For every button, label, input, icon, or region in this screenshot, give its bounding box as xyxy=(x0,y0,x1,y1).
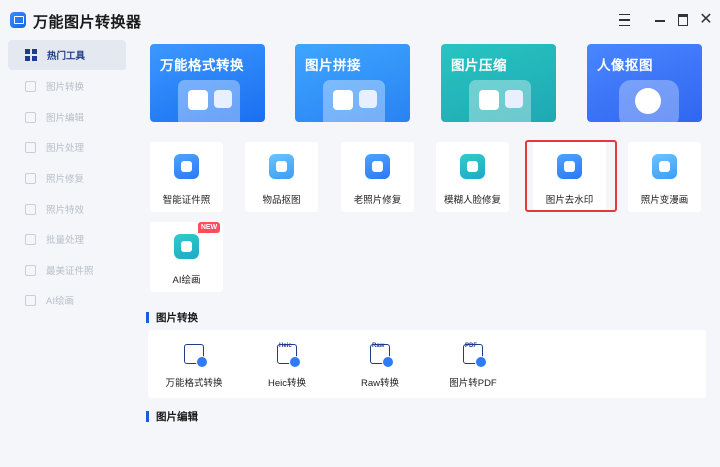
ai-paint-icon xyxy=(174,234,199,259)
repair-icon xyxy=(25,172,36,184)
old-photo-repair-icon xyxy=(365,154,390,179)
sidebar-item-photo-repair[interactable]: 照片修复 xyxy=(8,163,126,193)
face-restore-icon xyxy=(460,154,485,179)
convert-panel: 万能格式转换 Heic Heic转换 Raw Raw转换 PDF 图片转PDF xyxy=(148,330,706,398)
pdf-icon: PDF xyxy=(463,343,487,368)
sidebar-item-image-process[interactable]: 图片处理 xyxy=(8,132,126,162)
convert-label: 万能格式转换 xyxy=(165,378,223,389)
portrait-cutout-icon xyxy=(619,80,679,122)
process-icon xyxy=(25,141,36,153)
sidebar-item-label: 图片编辑 xyxy=(46,113,85,124)
grid-icon xyxy=(25,49,37,61)
sidebar-item-photo-effects[interactable]: 照片特效 xyxy=(8,194,126,224)
image-compress-icon xyxy=(469,80,531,122)
cartoon-icon xyxy=(652,154,677,179)
tool-label: 老照片修复 xyxy=(353,195,402,206)
tool-label: 物品抠图 xyxy=(262,195,301,206)
tool-label: 模糊人脸修复 xyxy=(443,195,501,206)
convert-item-raw[interactable]: Raw Raw转换 xyxy=(345,343,415,394)
sidebar-item-label: 照片修复 xyxy=(46,174,85,185)
convert-label: Raw转换 xyxy=(360,378,399,389)
sidebar-item-hot-tools[interactable]: 热门工具 xyxy=(8,40,126,70)
id-photo-icon xyxy=(25,264,36,276)
sidebar-item-label: 热门工具 xyxy=(47,51,86,62)
maximize-icon[interactable] xyxy=(675,12,691,28)
image-stitch-icon xyxy=(323,80,385,122)
banner-format-convert[interactable]: 万能格式转换 xyxy=(150,44,265,122)
banner-portrait-cutout[interactable]: 人像抠图 xyxy=(587,44,702,122)
close-icon[interactable]: ✕ xyxy=(698,12,714,28)
convert-item-heic[interactable]: Heic Heic转换 xyxy=(252,343,322,394)
ai-paint-icon xyxy=(25,294,36,306)
banner-title: 图片拼接 xyxy=(305,58,361,73)
section-title-edit: 图片编辑 xyxy=(146,409,198,424)
tool-face-restore[interactable]: 模糊人脸修复 xyxy=(436,142,509,212)
sidebar-item-label: AI绘画 xyxy=(46,296,74,307)
tool-label: 照片变漫画 xyxy=(640,195,689,206)
banner-image-stitch[interactable]: 图片拼接 xyxy=(295,44,410,122)
banner-title: 人像抠图 xyxy=(597,58,653,73)
edit-icon xyxy=(25,111,36,123)
section-title-convert: 图片转换 xyxy=(146,310,198,325)
sidebar-item-label: 图片处理 xyxy=(46,143,85,154)
object-cutout-icon xyxy=(269,154,294,179)
sidebar-item-label: 批量处理 xyxy=(46,235,85,246)
banner-title: 万能格式转换 xyxy=(160,58,244,73)
sidebar-item-image-convert[interactable]: 图片转换 xyxy=(8,71,126,101)
effects-icon xyxy=(25,203,36,215)
sidebar-item-label: 照片特效 xyxy=(46,205,85,216)
sidebar-item-label: 最美证件照 xyxy=(46,266,94,277)
image-convert-icon xyxy=(178,80,240,122)
heic-icon: Heic xyxy=(277,343,301,368)
tool-id-photo[interactable]: 智能证件照 xyxy=(150,142,223,212)
highlight-frame xyxy=(525,140,617,212)
sidebar-item-ai-paint[interactable]: AI绘画 xyxy=(8,285,126,315)
batch-icon xyxy=(25,233,36,245)
tool-old-photo-repair[interactable]: 老照片修复 xyxy=(341,142,414,212)
tool-label: 智能证件照 xyxy=(162,195,211,206)
raw-icon: Raw xyxy=(370,343,394,368)
convert-icon xyxy=(25,80,36,92)
tool-label: AI绘画 xyxy=(172,275,201,286)
menu-icon[interactable] xyxy=(616,12,632,28)
sidebar: 热门工具 图片转换 图片编辑 图片处理 照片修复 照片特效 批量处理 最美证件照… xyxy=(0,40,134,467)
sidebar-item-label: 图片转换 xyxy=(46,82,85,93)
minimize-icon[interactable] xyxy=(652,12,668,28)
convert-label: 图片转PDF xyxy=(449,378,497,389)
sidebar-item-id-photo[interactable]: 最美证件照 xyxy=(8,255,126,285)
sidebar-item-image-edit[interactable]: 图片编辑 xyxy=(8,102,126,132)
tool-object-cutout[interactable]: 物品抠图 xyxy=(245,142,318,212)
sidebar-item-batch[interactable]: 批量处理 xyxy=(8,224,126,254)
tool-cartoon[interactable]: 照片变漫画 xyxy=(628,142,701,212)
app-title: 万能图片转换器 xyxy=(33,14,142,31)
banner-title: 图片压缩 xyxy=(451,58,507,73)
title-bar: 万能图片转换器 ✕ xyxy=(0,0,720,40)
main-content: 万能格式转换 图片拼接 图片压缩 人像抠图 智能证件照 物品抠图 老照片修复 模… xyxy=(134,40,720,467)
id-photo-icon xyxy=(174,154,199,179)
convert-label: Heic转换 xyxy=(267,378,306,389)
convert-item-pdf[interactable]: PDF 图片转PDF xyxy=(438,343,508,394)
convert-item-format[interactable]: 万能格式转换 xyxy=(159,344,229,394)
app-logo-icon xyxy=(10,12,26,28)
new-badge: NEW xyxy=(198,222,220,233)
format-convert-icon xyxy=(184,344,208,368)
banner-image-compress[interactable]: 图片压缩 xyxy=(441,44,556,122)
